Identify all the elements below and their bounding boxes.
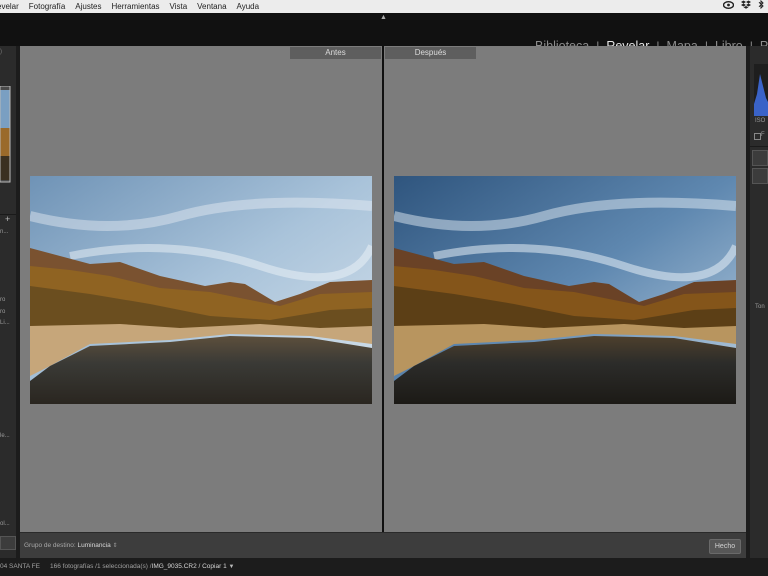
left-panel-item[interactable]: ro bbox=[0, 309, 5, 315]
filmstrip-bar: 04 SANTA FE 166 fotografías /1 seleccion… bbox=[0, 558, 768, 576]
show-original-checkbox-label[interactable]: F bbox=[761, 132, 765, 138]
left-panel-item[interactable]: ro bbox=[0, 297, 5, 303]
before-view: Antes bbox=[20, 46, 382, 532]
left-panel-item[interactable]: Li... bbox=[0, 320, 10, 326]
menu-ayuda[interactable]: Ayuda bbox=[232, 2, 265, 11]
menu-ventana[interactable]: Ventana bbox=[192, 2, 231, 11]
module-bar: ▲ Biblioteca | Revelar | Mapa | Libro | … bbox=[0, 13, 768, 53]
filmstrip-count: 166 fotografías /1 seleccionada(s) / bbox=[50, 563, 152, 570]
menu-fotografia[interactable]: Fotografía bbox=[24, 2, 70, 11]
target-group-value[interactable]: Luminancia bbox=[78, 542, 111, 549]
target-group-selector[interactable]: Grupo de destino: Luminancia ⇕ bbox=[24, 542, 118, 549]
copy-button[interactable] bbox=[0, 536, 16, 550]
navigator-header[interactable]: ) bbox=[0, 49, 2, 55]
menu-ajustes[interactable]: Ajustes bbox=[70, 2, 106, 11]
left-panel-item[interactable]: n... bbox=[0, 229, 8, 235]
bottom-toolbar: Grupo de destino: Luminancia ⇕ Hecho bbox=[20, 532, 746, 559]
show-original-checkbox[interactable] bbox=[754, 133, 761, 140]
target-group-label: Grupo de destino: bbox=[24, 542, 76, 549]
filmstrip-info[interactable]: 166 fotografías /1 seleccionada(s) /IMG_… bbox=[50, 563, 234, 570]
bluetooth-icon[interactable] bbox=[758, 0, 764, 13]
creative-cloud-icon[interactable] bbox=[722, 0, 735, 13]
after-photo[interactable] bbox=[394, 176, 736, 404]
after-label: Después bbox=[385, 47, 476, 59]
menu-revelar[interactable]: evelar bbox=[0, 2, 24, 11]
iso-readout: ISO bbox=[755, 118, 766, 124]
menu-herramientas[interactable]: Herramientas bbox=[107, 2, 165, 11]
dropdown-arrow-icon[interactable]: ⇕ bbox=[113, 543, 118, 549]
filmstrip-filename[interactable]: IMG_9035.CR2 / Copiar 1 bbox=[152, 563, 227, 570]
done-button[interactable]: Hecho bbox=[709, 539, 741, 554]
collapse-top-panel-icon[interactable]: ▲ bbox=[380, 14, 387, 21]
section-header-tone[interactable]: Ton bbox=[755, 304, 765, 310]
add-preset-button[interactable]: + bbox=[5, 214, 10, 224]
chevron-down-icon[interactable]: ▼ bbox=[229, 564, 235, 570]
after-view: Después bbox=[384, 46, 746, 532]
menu-extras bbox=[722, 0, 764, 13]
tool-strip-button[interactable] bbox=[752, 150, 768, 166]
left-panel-item[interactable]: ol... bbox=[0, 521, 10, 527]
tool-strip-button[interactable] bbox=[752, 168, 768, 184]
navigator-thumbnail[interactable] bbox=[0, 86, 12, 186]
left-panel-item[interactable]: le... bbox=[0, 433, 10, 439]
right-panel: ISO F Ton bbox=[750, 46, 768, 558]
before-photo[interactable] bbox=[30, 176, 372, 404]
histogram[interactable] bbox=[754, 64, 768, 116]
filmstrip-source[interactable]: 04 SANTA FE bbox=[0, 563, 40, 570]
left-panel: ) + n... ro ro Li... le... ol... bbox=[0, 46, 17, 558]
menu-vista[interactable]: Vista bbox=[165, 2, 193, 11]
menu-bar: evelar Fotografía Ajustes Herramientas V… bbox=[0, 0, 768, 14]
before-label: Antes bbox=[290, 47, 381, 59]
dropbox-icon[interactable] bbox=[741, 0, 751, 13]
